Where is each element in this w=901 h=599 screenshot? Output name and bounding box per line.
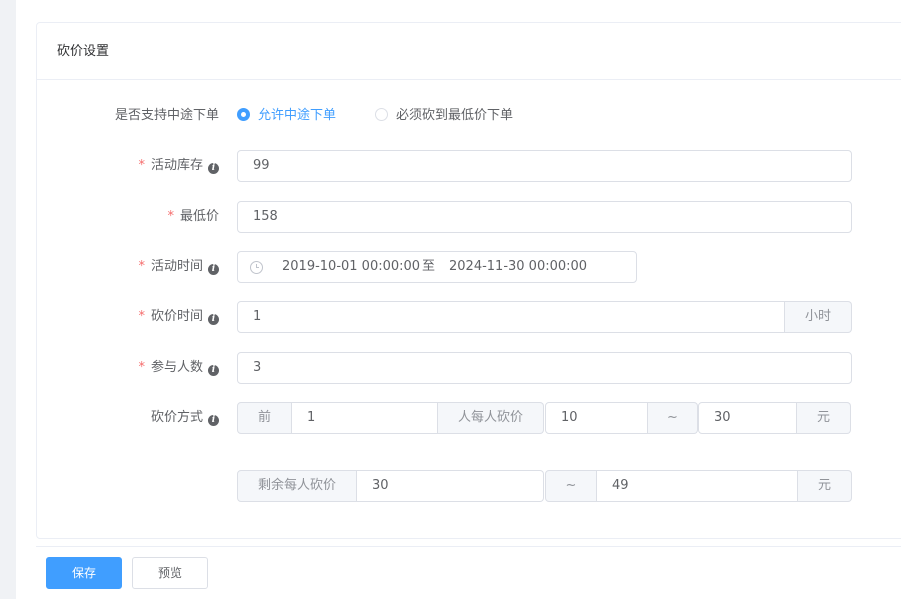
- range-separator: 至: [422, 259, 436, 274]
- first-prefix-addon: 前: [237, 402, 292, 434]
- required-mark: *: [138, 309, 145, 324]
- rest-tilde-addon: ~: [545, 470, 597, 502]
- per-person-addon: 人每人砍价: [438, 402, 544, 434]
- rest-max-group: ~ 49 元: [545, 470, 852, 502]
- info-icon[interactable]: i: [208, 163, 219, 174]
- radio-allow-midway-label: 允许中途下单: [258, 108, 337, 123]
- bargain-time-label: * 砍价时间 i: [138, 301, 219, 333]
- clock-icon: [250, 261, 263, 274]
- required-mark: *: [138, 259, 145, 274]
- start-time-value[interactable]: 2019-10-01 00:00:00: [282, 252, 420, 282]
- card-title: 砍价设置: [37, 23, 901, 80]
- min-price-input[interactable]: 158: [237, 201, 852, 233]
- bargain-time-unit: 小时: [785, 301, 852, 333]
- info-icon[interactable]: i: [208, 365, 219, 376]
- activity-time-label-text: 活动时间: [150, 259, 203, 274]
- info-icon[interactable]: i: [208, 314, 219, 325]
- bargain-time-label-text: 砍价时间: [150, 309, 203, 324]
- footer-divider: [36, 546, 901, 547]
- first-range-group: 10 ~: [545, 402, 698, 434]
- bargain-time-input[interactable]: 1: [237, 301, 785, 333]
- required-mark: *: [138, 360, 145, 375]
- stock-input[interactable]: 99: [237, 150, 852, 182]
- rest-label-addon: 剩余每人砍价: [237, 470, 357, 502]
- first-people-group: 前 1 人每人砍价: [237, 402, 544, 434]
- bargain-settings-card: 砍价设置 是否支持中途下单 允许中途下单 必须砍到最低价下单 * 活动库存 i 99…: [36, 22, 901, 539]
- first-count-input[interactable]: 1: [292, 402, 438, 434]
- radio-unchecked-icon: [375, 108, 388, 121]
- participants-label: * 参与人数 i: [138, 352, 219, 384]
- min-price-label: * 最低价: [167, 201, 219, 233]
- required-mark: *: [138, 158, 145, 173]
- bargain-method-label-text: 砍价方式: [150, 410, 203, 425]
- activity-time-label: * 活动时间 i: [138, 251, 219, 283]
- top-background-strip: [16, 0, 901, 22]
- left-background-strip: [0, 0, 16, 599]
- stock-label-text: 活动库存: [150, 158, 203, 173]
- radio-checked-icon: [237, 108, 250, 121]
- end-time-value[interactable]: 2024-11-30 00:00:00: [449, 252, 587, 282]
- first-tilde-addon: ~: [648, 402, 698, 434]
- min-price-label-text: 最低价: [179, 209, 219, 224]
- first-max-group: 30 元: [698, 402, 851, 434]
- preview-button[interactable]: 预览: [132, 557, 208, 589]
- rest-max-input[interactable]: 49: [597, 470, 798, 502]
- rest-min-group: 剩余每人砍价 30: [237, 470, 544, 502]
- activity-time-range-picker[interactable]: 2019-10-01 00:00:00 至 2024-11-30 00:00:0…: [237, 251, 637, 283]
- stock-label: * 活动库存 i: [138, 150, 219, 182]
- info-icon[interactable]: i: [208, 264, 219, 275]
- bargain-method-label: 砍价方式 i: [151, 402, 219, 434]
- rest-unit-addon: 元: [798, 470, 852, 502]
- first-max-input[interactable]: 30: [698, 402, 797, 434]
- required-mark: *: [167, 209, 174, 224]
- rest-min-input[interactable]: 30: [357, 470, 544, 502]
- participants-input[interactable]: 3: [237, 352, 852, 384]
- radio-allow-midway[interactable]: 允许中途下单: [237, 100, 336, 132]
- info-icon[interactable]: i: [208, 415, 219, 426]
- radio-must-lowest[interactable]: 必须砍到最低价下单: [375, 100, 513, 132]
- first-unit-addon: 元: [797, 402, 851, 434]
- participants-label-text: 参与人数: [150, 360, 203, 375]
- radio-must-lowest-label: 必须砍到最低价下单: [396, 108, 514, 123]
- save-button[interactable]: 保存: [46, 557, 122, 589]
- first-min-input[interactable]: 10: [545, 402, 648, 434]
- bargain-time-group: 1 小时: [237, 301, 852, 333]
- midway-order-label: 是否支持中途下单: [114, 108, 219, 123]
